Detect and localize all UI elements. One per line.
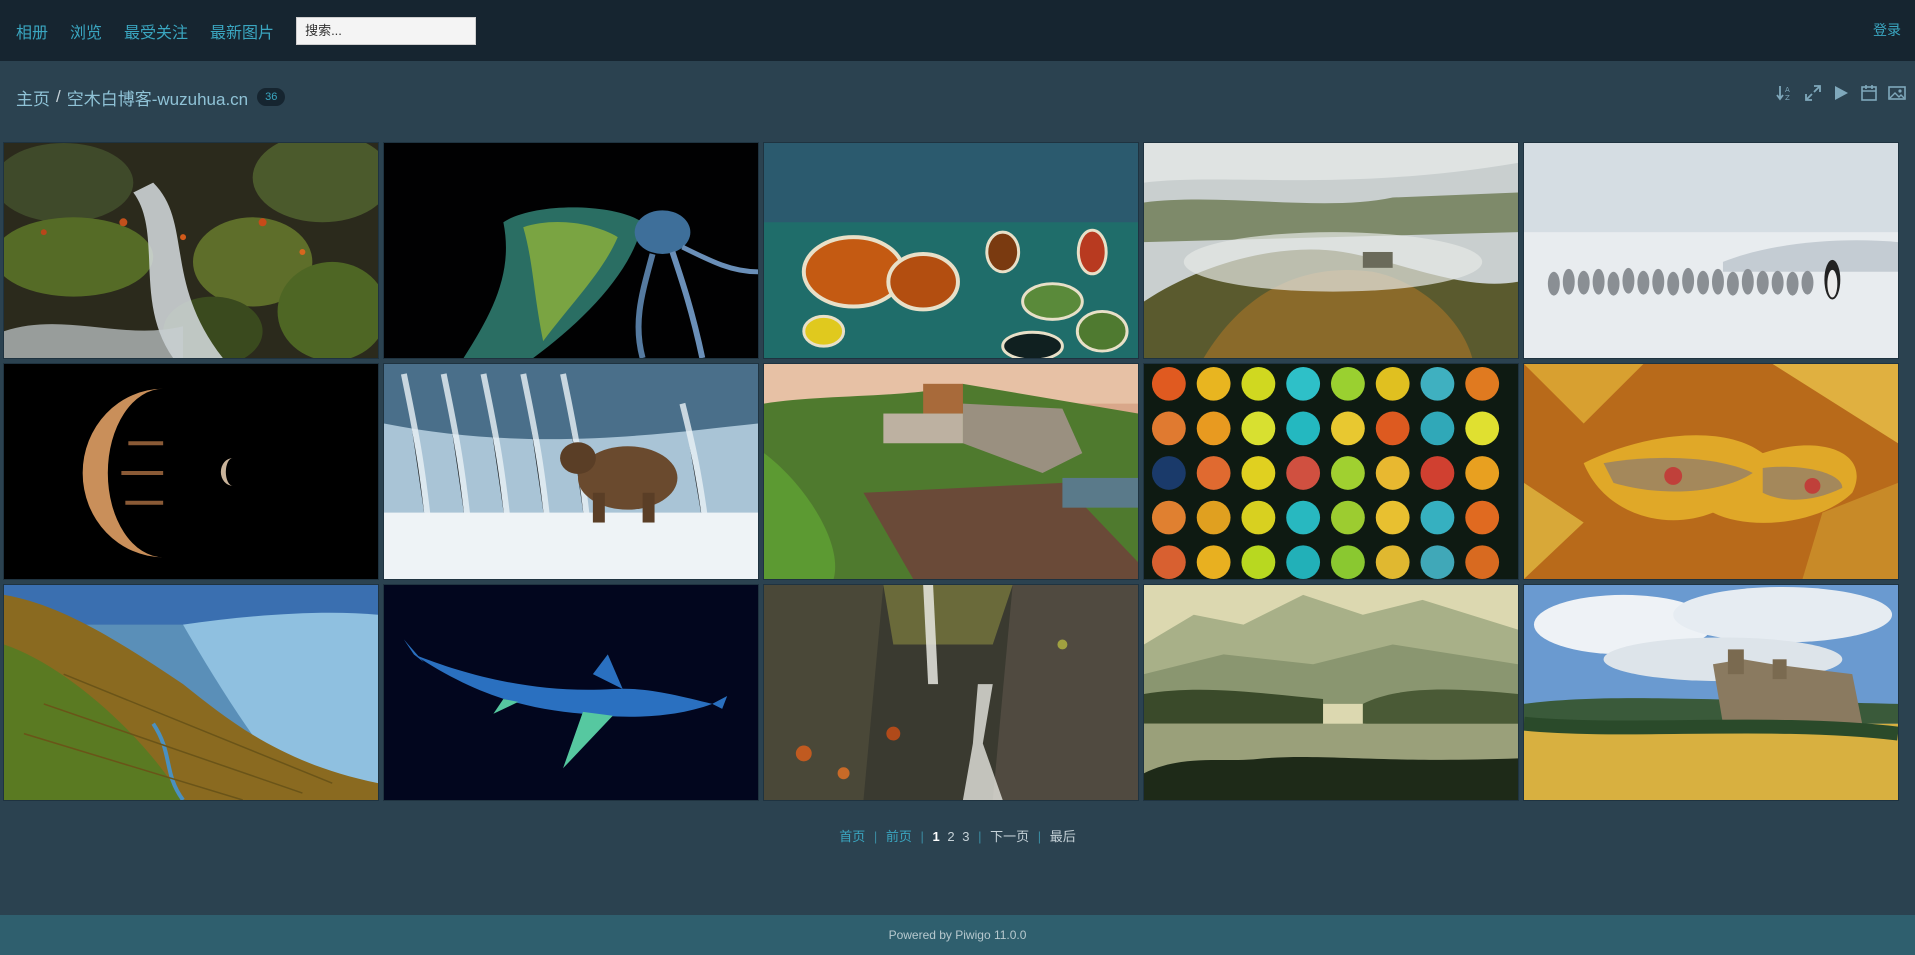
photo-shark — [384, 585, 758, 800]
pagination-last[interactable]: 最后 — [1050, 829, 1076, 844]
photo-bear — [384, 364, 758, 579]
photo-vineyard — [4, 585, 378, 800]
photo-thumbnail[interactable] — [3, 363, 379, 580]
photo-misty-hill — [1144, 143, 1518, 358]
login-link[interactable]: 登录 — [1873, 20, 1901, 40]
search-input[interactable] — [296, 16, 477, 45]
photo-castle-meadow — [1524, 585, 1898, 800]
image-icon[interactable] — [1887, 83, 1907, 103]
breadcrumb-current-album[interactable]: 空木白博客-wuzuhua.cn — [67, 85, 248, 110]
pagination-page-2[interactable]: 2 — [947, 829, 954, 844]
nav-recent-photos[interactable]: 最新图片 — [210, 19, 274, 43]
photo-thumbnail[interactable] — [383, 142, 759, 359]
photo-count-badge: 36 — [257, 88, 286, 106]
photo-lanterns — [1144, 364, 1518, 579]
photo-thumbnail[interactable] — [1523, 142, 1899, 359]
nav-most-visited[interactable]: 最受关注 — [124, 19, 188, 43]
pagination-prev[interactable]: 前页 — [886, 829, 912, 844]
pagination-separator: | — [1037, 829, 1042, 844]
photo-thumbnail[interactable] — [763, 584, 1139, 801]
photo-moth — [1524, 364, 1898, 579]
sort-az-icon[interactable]: AZ — [1775, 83, 1795, 103]
breadcrumb-separator: / — [56, 87, 61, 106]
pagination: 首页 | 前页 | 1 2 3 | 下一页 | 最后 — [0, 826, 1915, 845]
photo-cliff-village — [764, 364, 1138, 579]
thumbnail-grid — [3, 142, 1899, 801]
pagination-next[interactable]: 下一页 — [990, 829, 1029, 844]
photo-thumbnail[interactable] — [1523, 584, 1899, 801]
slideshow-play-icon[interactable] — [1831, 83, 1851, 103]
photo-thumbnail[interactable] — [1523, 363, 1899, 580]
calendar-icon[interactable] — [1859, 83, 1879, 103]
photo-mossy-rocks — [4, 143, 378, 358]
top-navbar: 相册 浏览 最受关注 最新图片 登录 — [0, 0, 1915, 61]
breadcrumb-home[interactable]: 主页 — [16, 85, 50, 110]
pagination-separator: | — [978, 829, 982, 844]
footer-powered-by: Powered by Piwigo 11.0.0 — [888, 928, 1027, 942]
photo-thumbnail[interactable] — [1143, 363, 1519, 580]
photo-octopus — [384, 143, 758, 358]
svg-text:Z: Z — [1785, 94, 1790, 102]
photo-thumbnail[interactable] — [3, 142, 379, 359]
photo-thumbnail[interactable] — [383, 584, 759, 801]
expand-icon[interactable] — [1803, 83, 1823, 103]
nav-albums[interactable]: 相册 — [16, 19, 48, 43]
photo-misty-lake — [1144, 585, 1518, 800]
photo-thumbnail[interactable] — [1143, 584, 1519, 801]
photo-thumbnail[interactable] — [763, 363, 1139, 580]
breadcrumb: 主页 / 空木白博客-wuzuhua.cn 36 AZ — [0, 61, 1915, 133]
photo-thumbnail[interactable] — [3, 584, 379, 801]
pagination-separator: | — [920, 829, 924, 844]
photo-canyon — [764, 585, 1138, 800]
nav-browse[interactable]: 浏览 — [70, 19, 102, 43]
pagination-current-page: 1 — [932, 829, 940, 844]
photo-thumbnail[interactable] — [763, 142, 1139, 359]
photo-thumbnail[interactable] — [1143, 142, 1519, 359]
pagination-page-3[interactable]: 3 — [962, 829, 969, 844]
footer: Powered by Piwigo 11.0.0 — [0, 915, 1915, 955]
pagination-first[interactable]: 首页 — [839, 829, 865, 844]
pagination-separator: | — [873, 829, 878, 844]
album-toolbar: AZ — [1775, 83, 1907, 103]
photo-jupiter — [4, 364, 378, 579]
svg-text:A: A — [1785, 86, 1790, 94]
photo-salt-ponds — [764, 143, 1138, 358]
photo-penguins — [1524, 143, 1898, 358]
photo-thumbnail[interactable] — [383, 363, 759, 580]
